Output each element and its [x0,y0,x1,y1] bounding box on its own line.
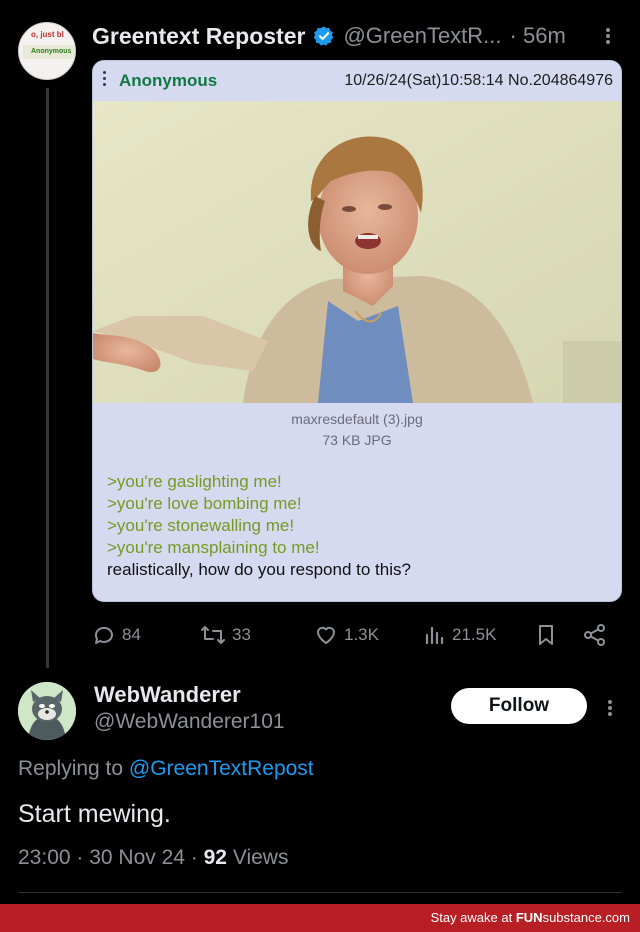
reply-views-label: Views [232,846,289,869]
greentext-line: >you're gaslighting me! [107,472,282,491]
repost-icon [201,626,225,644]
verified-badge-icon [314,26,334,46]
post-meta: 10/26/24(Sat)10:58:14 No.204864976 [344,72,613,89]
watermark-text: Stay awake at FUNsubstance.com [431,910,630,925]
greentext-line: >you're stonewalling me! [107,516,295,535]
reply-more-options-icon[interactable] [600,694,620,722]
replying-prefix: Replying to [18,757,124,780]
post-image[interactable] [93,101,621,403]
like-count: 1.3K [344,625,379,644]
reply-author-name[interactable]: WebWanderer [94,682,241,708]
repost-count: 33 [232,625,251,644]
greentext-line: >you're mansplaining to me! [107,538,320,557]
reply-timestamp[interactable]: 23:00 · 30 Nov 24 · [18,846,198,869]
body-line: realistically, how do you respond to thi… [107,560,411,579]
repost-button[interactable]: 33 [200,620,251,650]
author-name[interactable]: Greentext Reposter [92,23,305,50]
view-count: 21.5K [452,625,497,644]
watermark-brand-bold: FUN [515,910,543,925]
watermark-prefix: Stay awake at [430,910,513,925]
follow-button[interactable]: Follow [451,688,587,724]
heart-icon [317,626,335,644]
share-button[interactable] [582,620,614,650]
bookmark-button[interactable] [534,620,564,650]
author-avatar[interactable]: o, just bl Anonymous [18,22,76,80]
reply-views-count: 92 [203,846,227,869]
watermark-footer: Stay awake at FUNsubstance.com [0,904,640,932]
reply-avatar[interactable] [18,682,76,740]
greentext-line: >you're love bombing me! [107,494,302,513]
replying-mention[interactable]: @GreenTextRepost [129,757,314,780]
bookmark-icon [539,625,553,645]
reply-count: 84 [122,625,141,644]
post-body: >you're gaslighting me! >you're love bom… [107,471,411,581]
post-menu-icon [103,71,107,87]
reply-author-handle[interactable]: @WebWanderer101 [94,710,285,734]
reply-meta: 23:00 · 30 Nov 24 · 92 Views [18,846,288,870]
reply-icon [94,626,113,644]
file-name[interactable]: maxresdefault (3).jpg [93,411,621,427]
like-button[interactable]: 1.3K [314,620,379,650]
divider [18,892,622,893]
poster-name: Anonymous [119,71,218,90]
tweet-header: Greentext Reposter @GreenTextR... · 56m [92,20,566,52]
avatar-snippet-label: Anonymous [23,45,75,59]
analytics-icon [425,626,444,645]
thread-line [46,88,49,668]
card-header: Anonymous 10/26/24(Sat)10:58:14 No.20486… [93,61,621,99]
file-size: 73 KB JPG [322,432,392,448]
replying-to: Replying to @GreenTextRepost [18,757,314,781]
views-button[interactable]: 21.5K [424,620,496,650]
watermark-brand-rest: substance.com [542,910,630,925]
post-time[interactable]: · 56m [510,23,566,49]
share-icon [584,624,605,646]
reply-text: Start mewing. [18,800,171,828]
more-options-icon[interactable] [598,22,618,50]
greentext-card[interactable]: Anonymous 10/26/24(Sat)10:58:14 No.20486… [92,60,622,602]
reply-button[interactable]: 84 [92,620,141,650]
avatar-snippet-text: o, just bl [31,30,64,39]
tweet-actions: 84 33 1.3K 21.5K [92,620,622,650]
author-handle[interactable]: @GreenTextR... [343,23,501,49]
